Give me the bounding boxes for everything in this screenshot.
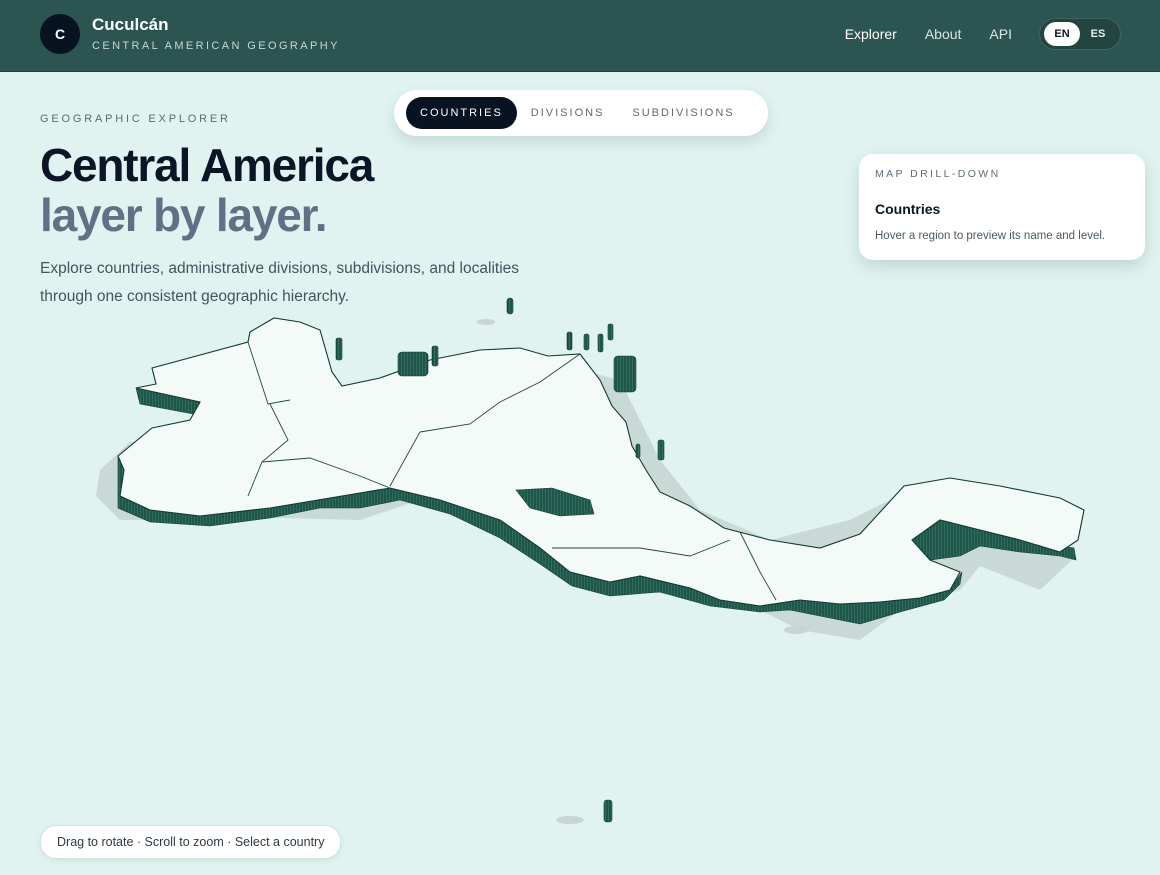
title-line-2: layer by layer. (40, 189, 328, 241)
card-description: Hover a region to preview its name and l… (875, 230, 1106, 242)
hero-eyebrow: GEOGRAPHIC EXPLORER (40, 113, 231, 125)
title-line-1: Central America (40, 139, 374, 191)
island (583, 333, 590, 351)
island (597, 333, 604, 353)
island (566, 331, 573, 351)
card-eyebrow: MAP DRILL-DOWN (875, 168, 1001, 180)
tab-countries[interactable]: COUNTRIES (406, 97, 517, 129)
island-shadow (556, 816, 584, 824)
island (613, 355, 637, 393)
island (657, 439, 665, 461)
island (603, 799, 613, 823)
level-selector: COUNTRIES DIVISIONS SUBDIVISIONS (394, 90, 768, 136)
island-shadow (477, 319, 495, 325)
island (397, 351, 429, 377)
drill-down-card: MAP DRILL-DOWN Countries Hover a region … (859, 154, 1145, 260)
island-shadow (784, 626, 808, 634)
island (431, 345, 439, 367)
interaction-hint: Drag to rotate · Scroll to zoom · Select… (40, 825, 342, 859)
hero-description: Explore countries, administrative divisi… (40, 260, 520, 305)
island (335, 337, 343, 361)
tab-subdivisions[interactable]: SUBDIVISIONS (618, 97, 748, 129)
card-title: Countries (875, 201, 941, 217)
tab-divisions[interactable]: DIVISIONS (517, 97, 619, 129)
page-title: Central America layer by layer. (40, 139, 374, 241)
island (635, 443, 641, 459)
island (607, 323, 614, 341)
